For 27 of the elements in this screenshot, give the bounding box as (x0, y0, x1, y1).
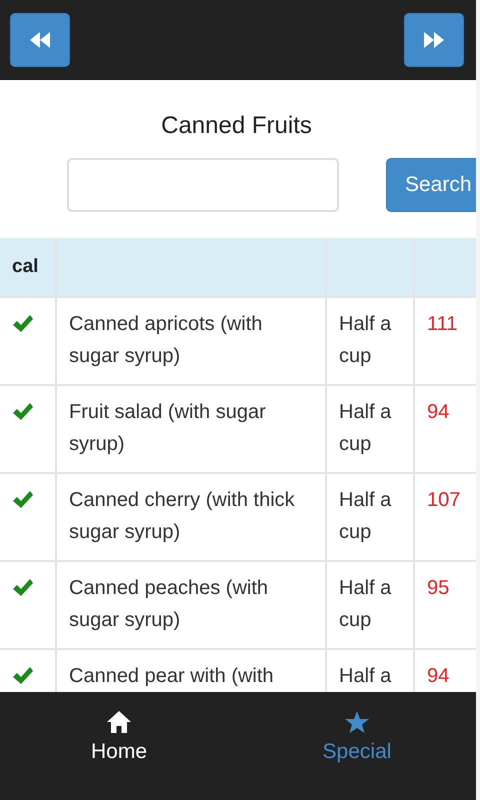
page-title: Canned Fruits (161, 112, 312, 140)
calorie-count: 95 (427, 577, 450, 599)
food-name: Canned cherry (with thick sugar syrup) (69, 489, 295, 543)
star-icon (344, 710, 370, 734)
calorie-count: 94 (427, 665, 450, 687)
portion-size: Half a cup (339, 577, 392, 631)
rewind-icon (29, 30, 51, 50)
home-icon (106, 710, 132, 734)
search-field[interactable] (67, 158, 339, 212)
food-name: Canned peaches (with sugar syrup) (69, 577, 268, 631)
forward-button[interactable] (404, 12, 464, 66)
nav-tab[interactable]: Special (238, 692, 476, 800)
portion-size: Half a (339, 665, 392, 687)
calorie-count: 94 (427, 401, 450, 423)
back-button[interactable] (10, 12, 70, 66)
food-name: Canned apricots (with sugar syrup) (69, 313, 262, 367)
calorie-count: 107 (427, 489, 460, 511)
column-header: cal (12, 256, 38, 277)
fast-forward-icon (423, 30, 445, 50)
search-button[interactable]: Search (386, 158, 476, 212)
calorie-count: 111 (427, 313, 458, 335)
portion-size: Half a cup (339, 489, 392, 543)
portion-size: Half a cup (339, 401, 392, 455)
food-name: Fruit salad (with sugar syrup) (69, 401, 266, 455)
nav-tab[interactable]: Home (0, 692, 238, 800)
portion-size: Half a cup (339, 313, 392, 367)
food-name: Canned pear with (with (69, 665, 274, 687)
